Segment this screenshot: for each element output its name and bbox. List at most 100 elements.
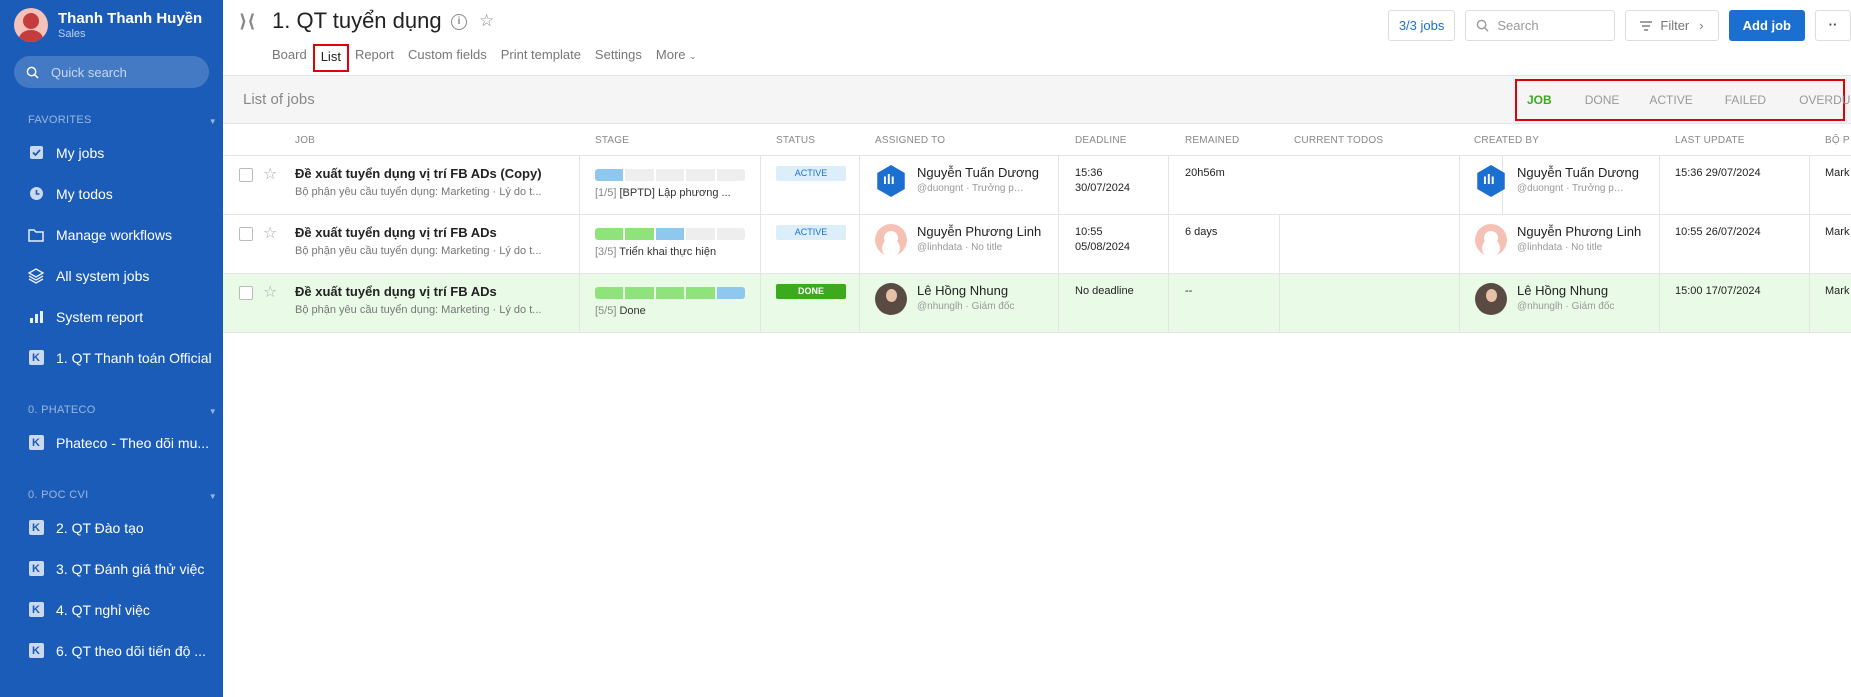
status-filter-group: JOB DONE ACTIVE FAILED OVERDUE bbox=[1515, 79, 1851, 121]
search-input[interactable]: Search bbox=[1465, 10, 1616, 41]
star-icon[interactable]: ☆ bbox=[263, 164, 277, 184]
remained: 20h56m bbox=[1185, 167, 1225, 179]
filter-job[interactable]: JOB bbox=[1517, 93, 1552, 107]
bop-value: Mark bbox=[1825, 167, 1850, 179]
tab-more-label: More bbox=[655, 47, 686, 62]
stage-label: [5/5] Done bbox=[595, 305, 745, 317]
row-checkbox[interactable] bbox=[239, 168, 253, 182]
sidebar-item-system-report[interactable]: System report bbox=[0, 296, 223, 337]
workflow-icon: K bbox=[28, 520, 44, 535]
column-header-assigned[interactable]: ASSIGNED TO bbox=[875, 135, 945, 146]
column-header-remained[interactable]: REMAINED bbox=[1185, 135, 1239, 146]
sidebar-item-my-todos[interactable]: My todos bbox=[0, 173, 223, 214]
sidebar-item-all-system-jobs[interactable]: All system jobs bbox=[0, 255, 223, 296]
sidebar-item-qt-theo-doi[interactable]: K 6. QT theo dõi tiến độ ... bbox=[0, 630, 223, 671]
jobs-table: JOB STAGE STATUS ASSIGNED TO DEADLINE RE… bbox=[223, 125, 1851, 333]
sidebar-item-qt-dao-tao[interactable]: K 2. QT Đào tạo bbox=[0, 507, 223, 548]
filter-failed[interactable]: FAILED bbox=[1693, 93, 1766, 107]
column-header-job[interactable]: JOB bbox=[295, 135, 315, 146]
deadline-time: 10:55 bbox=[1075, 226, 1103, 238]
column-header-created[interactable]: CREATED BY bbox=[1474, 135, 1539, 146]
more-options-button[interactable]: ·· bbox=[1815, 10, 1851, 41]
filter-done[interactable]: DONE bbox=[1552, 93, 1620, 107]
table-row[interactable]: ☆ Đề xuất tuyển dụng vị trí FB ADs Bộ ph… bbox=[223, 274, 1851, 333]
column-header-deadline[interactable]: DEADLINE bbox=[1075, 135, 1127, 146]
sidebar-item-my-jobs[interactable]: My jobs bbox=[0, 132, 223, 173]
table-row[interactable]: ☆ Đề xuất tuyển dụng vị trí FB ADs Bộ ph… bbox=[223, 215, 1851, 274]
stage-label: [1/5] [BPTD] Lập phương ... bbox=[595, 187, 745, 199]
creator[interactable]: Nguyễn Phương Linh @linhdata · No title bbox=[1475, 224, 1641, 256]
creator-name: Nguyễn Tuấn Dương bbox=[1517, 165, 1640, 180]
last-update: 15:36 29/07/2024 bbox=[1675, 167, 1761, 179]
table-row[interactable]: ☆ Đề xuất tuyển dụng vị trí FB ADs (Copy… bbox=[223, 156, 1851, 215]
assignee[interactable]: Nguyễn Tuấn Dương @duongnt · Trưởng phò..… bbox=[875, 165, 1039, 197]
column-header-last-update[interactable]: LAST UPDATE bbox=[1675, 135, 1745, 146]
creator-handle: @duongnt · Trưởng phò... bbox=[1517, 183, 1627, 194]
sidebar-item-label: 4. QT nghỉ việc bbox=[56, 601, 150, 618]
job-title[interactable]: Đề xuất tuyển dụng vị trí FB ADs bbox=[295, 284, 497, 299]
column-header-stage[interactable]: STAGE bbox=[595, 135, 629, 146]
filter-active[interactable]: ACTIVE bbox=[1619, 93, 1692, 107]
tab-more[interactable]: More ⌄ bbox=[656, 46, 697, 70]
quick-search-input[interactable]: Quick search bbox=[14, 56, 209, 88]
sidebar-item-label: System report bbox=[56, 308, 144, 325]
sidebar-item-manage-workflows[interactable]: Manage workflows bbox=[0, 214, 223, 255]
jobs-count-button[interactable]: 3/3 jobs bbox=[1387, 10, 1456, 41]
job-subtitle: Bộ phận yêu cầu tuyển dụng: Marketing · … bbox=[295, 186, 542, 198]
user-profile[interactable]: Thanh Thanh Huyền Sales bbox=[0, 0, 223, 50]
filter-icon bbox=[1640, 20, 1653, 31]
section-favorites[interactable]: FAVORITES ▼ bbox=[0, 88, 223, 126]
sidebar-item-qt-danh-gia[interactable]: K 3. QT Đánh giá thử việc bbox=[0, 548, 223, 589]
creator[interactable]: Nguyễn Tuấn Dương @duongnt · Trưởng phò..… bbox=[1475, 165, 1639, 197]
deadline-date: 05/08/2024 bbox=[1075, 241, 1131, 253]
sidebar-item-label: 3. QT Đánh giá thử việc bbox=[56, 560, 205, 577]
sidebar-item-qt-nghi-viec[interactable]: K 4. QT nghỉ việc bbox=[0, 589, 223, 630]
filter-button[interactable]: Filter › bbox=[1625, 10, 1719, 41]
assignee[interactable]: Lê Hồng Nhung @nhunglh · Giám đốc bbox=[875, 283, 1027, 315]
column-header-status[interactable]: STATUS bbox=[776, 135, 815, 146]
tab-print-template[interactable]: Print template bbox=[501, 46, 581, 70]
tab-custom-fields[interactable]: Custom fields bbox=[408, 46, 487, 70]
filter-overdue[interactable]: OVERDUE bbox=[1766, 93, 1851, 107]
column-header-bop[interactable]: BỘ P bbox=[1825, 135, 1850, 146]
stage-name: Done bbox=[619, 305, 646, 317]
status-badge: DONE bbox=[776, 284, 846, 299]
creator[interactable]: Lê Hồng Nhung @nhunglh · Giám đốc bbox=[1475, 283, 1627, 315]
stage-step: [5/5] bbox=[595, 305, 617, 317]
section-phateco[interactable]: 0. PHATECO ▼ bbox=[0, 378, 223, 416]
deadline-time: No deadline bbox=[1075, 285, 1134, 297]
assignee[interactable]: Nguyễn Phương Linh @linhdata · No title bbox=[875, 224, 1041, 256]
tab-bar: Board List Report Custom fields Print te… bbox=[272, 44, 711, 72]
stage-progress-bar bbox=[595, 287, 746, 299]
app-logo-icon[interactable]: ⟩⟨ bbox=[239, 11, 255, 32]
sidebar-item-phateco[interactable]: K Phateco - Theo dõi mu... bbox=[0, 422, 223, 463]
remained: -- bbox=[1185, 285, 1193, 297]
stage-progress-bar bbox=[595, 169, 746, 181]
creator-handle: @linhdata · No title bbox=[1517, 242, 1603, 253]
tab-list[interactable]: List bbox=[312, 44, 349, 72]
assignee-handle: @duongnt · Trưởng phò... bbox=[917, 183, 1027, 194]
star-icon[interactable]: ☆ bbox=[479, 11, 494, 31]
assignee-handle: @linhdata · No title bbox=[917, 242, 1003, 253]
sidebar-item-label: 6. QT theo dõi tiến độ ... bbox=[56, 642, 206, 659]
filter-label: Filter bbox=[1660, 18, 1690, 33]
row-checkbox[interactable] bbox=[239, 286, 253, 300]
table-header: JOB STAGE STATUS ASSIGNED TO DEADLINE RE… bbox=[223, 125, 1851, 156]
column-header-todos[interactable]: CURRENT TODOS bbox=[1294, 135, 1383, 146]
job-title[interactable]: Đề xuất tuyển dụng vị trí FB ADs bbox=[295, 225, 497, 240]
bop-value: Mark bbox=[1825, 285, 1850, 297]
clock-icon bbox=[28, 186, 44, 202]
add-job-button[interactable]: Add job bbox=[1728, 10, 1805, 41]
chevron-right-icon: › bbox=[1699, 18, 1704, 33]
tab-settings[interactable]: Settings bbox=[595, 46, 642, 70]
star-icon[interactable]: ☆ bbox=[263, 223, 277, 243]
job-title[interactable]: Đề xuất tuyển dụng vị trí FB ADs (Copy) bbox=[295, 166, 542, 181]
section-poc[interactable]: 0. POC CVI ▼ bbox=[0, 463, 223, 501]
sidebar-item-label: My jobs bbox=[56, 144, 105, 161]
info-icon[interactable]: i bbox=[451, 14, 467, 30]
sidebar-item-qt-thanh-toan[interactable]: K 1. QT Thanh toán Official bbox=[0, 337, 223, 378]
tab-report[interactable]: Report bbox=[355, 46, 394, 70]
row-checkbox[interactable] bbox=[239, 227, 253, 241]
star-icon[interactable]: ☆ bbox=[263, 282, 277, 302]
tab-board[interactable]: Board bbox=[272, 46, 307, 70]
